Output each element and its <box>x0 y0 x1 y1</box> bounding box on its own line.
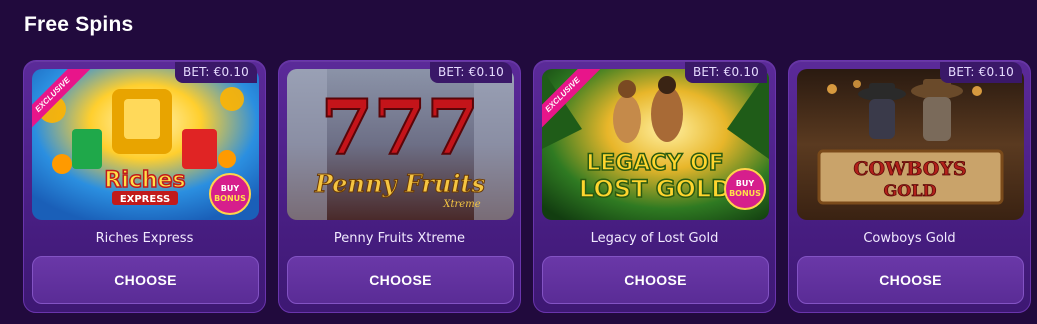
game-name: Cowboys Gold <box>863 231 956 246</box>
choose-button[interactable]: CHOOSE <box>542 256 769 304</box>
legacy-art-subtitle: LOST GOLD <box>579 175 731 203</box>
section-title: Free Spins <box>24 13 134 36</box>
bet-badge: BET: €0.10 <box>429 62 512 83</box>
game-card-penny-fruits-xtreme: 777 Penny Fruits Xtreme BET: €0.10 Penny… <box>278 60 521 313</box>
penny-fruits-art: 777 Penny Fruits Xtreme <box>287 69 514 220</box>
choose-button[interactable]: CHOOSE <box>287 256 514 304</box>
choose-button[interactable]: CHOOSE <box>32 256 259 304</box>
bet-badge: BET: €0.10 <box>939 62 1022 83</box>
legacy-bonus-line2: BONUS <box>729 189 761 198</box>
riches-bonus-line1: BUY <box>221 184 240 193</box>
penny-art-title: Penny Fruits <box>314 169 486 198</box>
game-thumbnail-legacy-of-lost-gold[interactable]: LEGACY OF LOST GOLD BUY BONUS EXCLUSIVE <box>542 69 769 220</box>
game-card-legacy-of-lost-gold: LEGACY OF LOST GOLD BUY BONUS EXCLUSIVE … <box>533 60 776 313</box>
game-card-riches-express: Riches EXPRESS BUY BONUS EXCLUSIVE BET: … <box>23 60 266 313</box>
riches-bonus-line2: BONUS <box>214 194 246 203</box>
riches-art-title: Riches <box>104 168 185 193</box>
choose-button[interactable]: CHOOSE <box>797 256 1024 304</box>
riches-art-subtitle: EXPRESS <box>120 194 170 205</box>
game-name: Legacy of Lost Gold <box>590 231 719 246</box>
legacy-bonus-line1: BUY <box>736 179 755 188</box>
game-thumbnail-riches-express[interactable]: Riches EXPRESS BUY BONUS EXCLUSIVE <box>32 69 259 220</box>
legacy-art-title: LEGACY OF <box>586 151 724 176</box>
bet-badge: BET: €0.10 <box>684 62 767 83</box>
cowboys-gold-art: COWBOYS GOLD <box>797 69 1024 220</box>
game-thumbnail-cowboys-gold[interactable]: COWBOYS GOLD <box>797 69 1024 220</box>
game-thumbnail-penny-fruits-xtreme[interactable]: 777 Penny Fruits Xtreme <box>287 69 514 220</box>
cowboys-art-subtitle: GOLD <box>884 181 937 200</box>
cowboys-art-title: COWBOYS <box>853 158 966 180</box>
game-name: Riches Express <box>95 231 194 246</box>
penny-sevens: 777 <box>321 83 480 172</box>
penny-art-subtitle: Xtreme <box>442 199 480 210</box>
game-name: Penny Fruits Xtreme <box>333 231 466 246</box>
bet-badge: BET: €0.10 <box>174 62 257 83</box>
game-cards-row: Riches EXPRESS BUY BONUS EXCLUSIVE BET: … <box>23 60 1031 313</box>
game-card-cowboys-gold: COWBOYS GOLD BET: €0.10 Cowboys Gold CHO… <box>788 60 1031 313</box>
